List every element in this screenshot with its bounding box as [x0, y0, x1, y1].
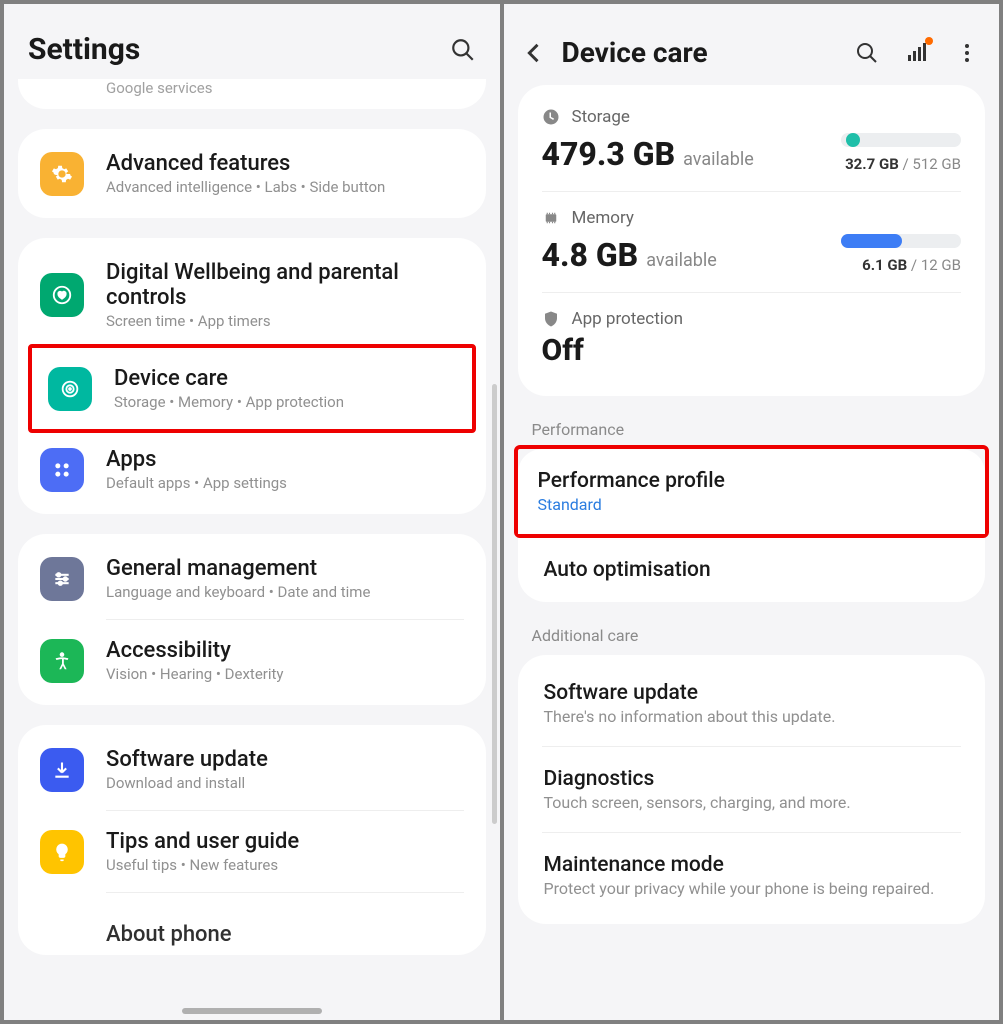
row-title: Software update — [544, 681, 960, 705]
section-additional: Additional care — [504, 616, 1000, 655]
settings-group-software: Software update Download and install Tip… — [18, 725, 486, 955]
meter-fill — [841, 234, 902, 248]
settings-group-device: Digital Wellbeing and parental controls … — [18, 238, 486, 514]
additional-care-card: Software update There's no information a… — [518, 655, 986, 924]
storage-suffix: available — [683, 149, 754, 170]
highlighted-item: Performance profile Standard — [514, 445, 990, 538]
notification-dot — [925, 37, 933, 45]
settings-item-apps[interactable]: Apps Default apps • App settings — [18, 429, 486, 510]
row-subtitle: Protect your privacy while your phone is… — [544, 879, 960, 898]
storage-usage: 32.7 GB / 512 GB — [845, 155, 961, 173]
lightbulb-icon — [40, 830, 84, 874]
settings-item-about-phone[interactable]: About phone — [18, 893, 486, 951]
row-subtitle: Touch screen, sensors, charging, and mor… — [544, 793, 960, 812]
device-care-header: Device care — [504, 4, 1000, 85]
sliders-icon — [40, 557, 84, 601]
gesture-bar — [182, 1008, 322, 1014]
settings-item-tips[interactable]: Tips and user guide Useful tips • New fe… — [18, 811, 486, 892]
row-title: Maintenance mode — [544, 853, 960, 877]
heart-circle-icon — [40, 273, 84, 317]
settings-item-general-management[interactable]: General management Language and keyboard… — [18, 538, 486, 619]
memory-suffix: available — [646, 250, 717, 271]
row-auto-optimisation[interactable]: Auto optimisation — [518, 538, 986, 602]
row-maintenance-mode[interactable]: Maintenance mode Protect your privacy wh… — [518, 833, 986, 918]
scrollbar[interactable] — [492, 384, 497, 824]
settings-item-accessibility[interactable]: Accessibility Vision • Hearing • Dexteri… — [18, 620, 486, 701]
more-icon[interactable] — [955, 41, 979, 65]
memory-icon — [542, 209, 560, 227]
gear-icon — [40, 152, 84, 196]
settings-group-advanced: Advanced features Advanced intelligence … — [18, 129, 486, 218]
item-title: Device care — [114, 366, 456, 391]
settings-screen: Settings Google services Advanced featur… — [4, 4, 500, 1020]
item-title: Apps — [106, 447, 464, 472]
stat-label: Storage — [572, 107, 630, 127]
meter-fill — [846, 133, 860, 147]
apps-icon — [40, 448, 84, 492]
download-icon — [40, 748, 84, 792]
row-performance-profile[interactable]: Performance profile Standard — [518, 449, 986, 534]
stat-label: App protection — [572, 309, 684, 329]
settings-group-general: General management Language and keyboard… — [18, 534, 486, 705]
item-title: Digital Wellbeing and parental controls — [106, 260, 464, 310]
highlighted-item: Device care Storage • Memory • App prote… — [28, 344, 476, 433]
settings-item-wellbeing[interactable]: Digital Wellbeing and parental controls … — [18, 242, 486, 348]
item-subtitle: Language and keyboard • Date and time — [106, 583, 464, 601]
memory-block[interactable]: Memory 4.8 GB available 6.1 GB / 12 GB — [518, 192, 986, 292]
shield-icon — [542, 310, 560, 328]
row-title: Performance profile — [538, 469, 966, 493]
row-subtitle: Standard — [538, 495, 966, 514]
item-subtitle: Useful tips • New features — [106, 856, 464, 874]
storage-block[interactable]: Storage 479.3 GB available 32.7 GB / 512… — [518, 91, 986, 191]
item-title: About phone — [106, 922, 464, 947]
stat-label: Memory — [572, 208, 634, 228]
stats-card: Storage 479.3 GB available 32.7 GB / 512… — [518, 85, 986, 396]
storage-icon — [542, 108, 560, 126]
page-title: Settings — [28, 32, 140, 67]
section-performance: Performance — [504, 410, 1000, 449]
settings-item-software-update[interactable]: Software update Download and install — [18, 729, 486, 810]
accessibility-icon — [40, 639, 84, 683]
row-software-update[interactable]: Software update There's no information a… — [518, 661, 986, 746]
search-icon[interactable] — [855, 41, 879, 65]
memory-value: 4.8 GB — [542, 236, 639, 274]
item-subtitle: Vision • Hearing • Dexterity — [106, 665, 464, 683]
item-title: General management — [106, 556, 464, 581]
storage-value: 479.3 GB — [542, 135, 676, 173]
settings-header: Settings — [4, 4, 500, 79]
device-care-screen: Device care Storage — [504, 4, 1000, 1020]
app-protection-value: Off — [542, 333, 962, 368]
row-diagnostics[interactable]: Diagnostics Touch screen, sensors, charg… — [518, 747, 986, 832]
item-title: Accessibility — [106, 638, 464, 663]
back-icon[interactable] — [520, 39, 554, 67]
item-title: Advanced features — [106, 151, 464, 176]
memory-usage: 6.1 GB / 12 GB — [862, 256, 961, 274]
memory-meter — [841, 234, 961, 248]
item-title: Software update — [106, 747, 464, 772]
storage-meter — [841, 133, 961, 147]
item-subtitle: Screen time • App timers — [106, 312, 464, 330]
row-title: Auto optimisation — [544, 558, 960, 582]
settings-item-device-care[interactable]: Device care Storage • Memory • App prote… — [32, 348, 472, 429]
row-subtitle: There's no information about this update… — [544, 707, 960, 726]
item-title: Tips and user guide — [106, 829, 464, 854]
truncated-item: Google services — [18, 79, 486, 109]
device-care-icon — [48, 367, 92, 411]
page-title: Device care — [562, 36, 830, 69]
item-subtitle: Storage • Memory • App protection — [114, 393, 456, 411]
item-subtitle: Advanced intelligence • Labs • Side butt… — [106, 178, 464, 196]
row-title: Diagnostics — [544, 767, 960, 791]
app-protection-block[interactable]: App protection Off — [518, 293, 986, 390]
settings-item-advanced-features[interactable]: Advanced features Advanced intelligence … — [18, 133, 486, 214]
signal-icon[interactable] — [905, 41, 929, 65]
item-subtitle: Download and install — [106, 774, 464, 792]
search-icon[interactable] — [450, 37, 476, 63]
item-subtitle: Default apps • App settings — [106, 474, 464, 492]
